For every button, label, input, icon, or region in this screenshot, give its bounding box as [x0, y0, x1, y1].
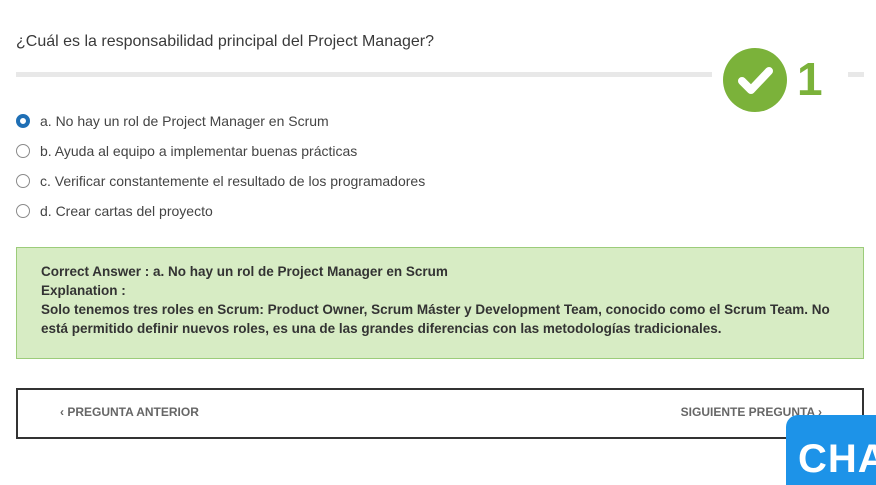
question-text: ¿Cuál es la responsabilidad principal de…: [16, 33, 435, 50]
checkmark-icon: [723, 48, 787, 112]
option-d[interactable]: d. Crear cartas del proyecto: [16, 196, 425, 226]
chat-button[interactable]: CHA: [786, 415, 876, 485]
question-navigation: ‹ PREGUNTA ANTERIOR SIGUIENTE PREGUNTA ›: [16, 388, 864, 439]
option-d-label: d. Crear cartas del proyecto: [40, 203, 213, 219]
radio-option-a[interactable]: [16, 114, 30, 128]
answer-options: a. No hay un rol de Project Manager en S…: [16, 106, 425, 226]
correct-answer-text: Correct Answer : a. No hay un rol de Pro…: [41, 264, 448, 279]
explanation-label: Explanation :: [41, 283, 126, 298]
question-status-badge: 1: [712, 45, 848, 115]
question-number: 1: [797, 53, 823, 105]
option-c[interactable]: c. Verificar constantemente el resultado…: [16, 166, 425, 196]
answer-feedback-box: Correct Answer : a. No hay un rol de Pro…: [16, 247, 864, 359]
option-b[interactable]: b. Ayuda al equipo a implementar buenas …: [16, 136, 425, 166]
radio-option-c[interactable]: [16, 174, 30, 188]
radio-option-b[interactable]: [16, 144, 30, 158]
radio-option-d[interactable]: [16, 204, 30, 218]
option-a[interactable]: a. No hay un rol de Project Manager en S…: [16, 106, 425, 136]
chat-label: CHA: [798, 437, 876, 481]
option-b-label: b. Ayuda al equipo a implementar buenas …: [40, 143, 358, 159]
previous-question-link[interactable]: ‹ PREGUNTA ANTERIOR: [60, 405, 199, 419]
option-a-label: a. No hay un rol de Project Manager en S…: [40, 113, 329, 129]
option-c-label: c. Verificar constantemente el resultado…: [40, 173, 426, 189]
explanation-text: Solo tenemos tres roles en Scrum: Produc…: [41, 302, 830, 336]
